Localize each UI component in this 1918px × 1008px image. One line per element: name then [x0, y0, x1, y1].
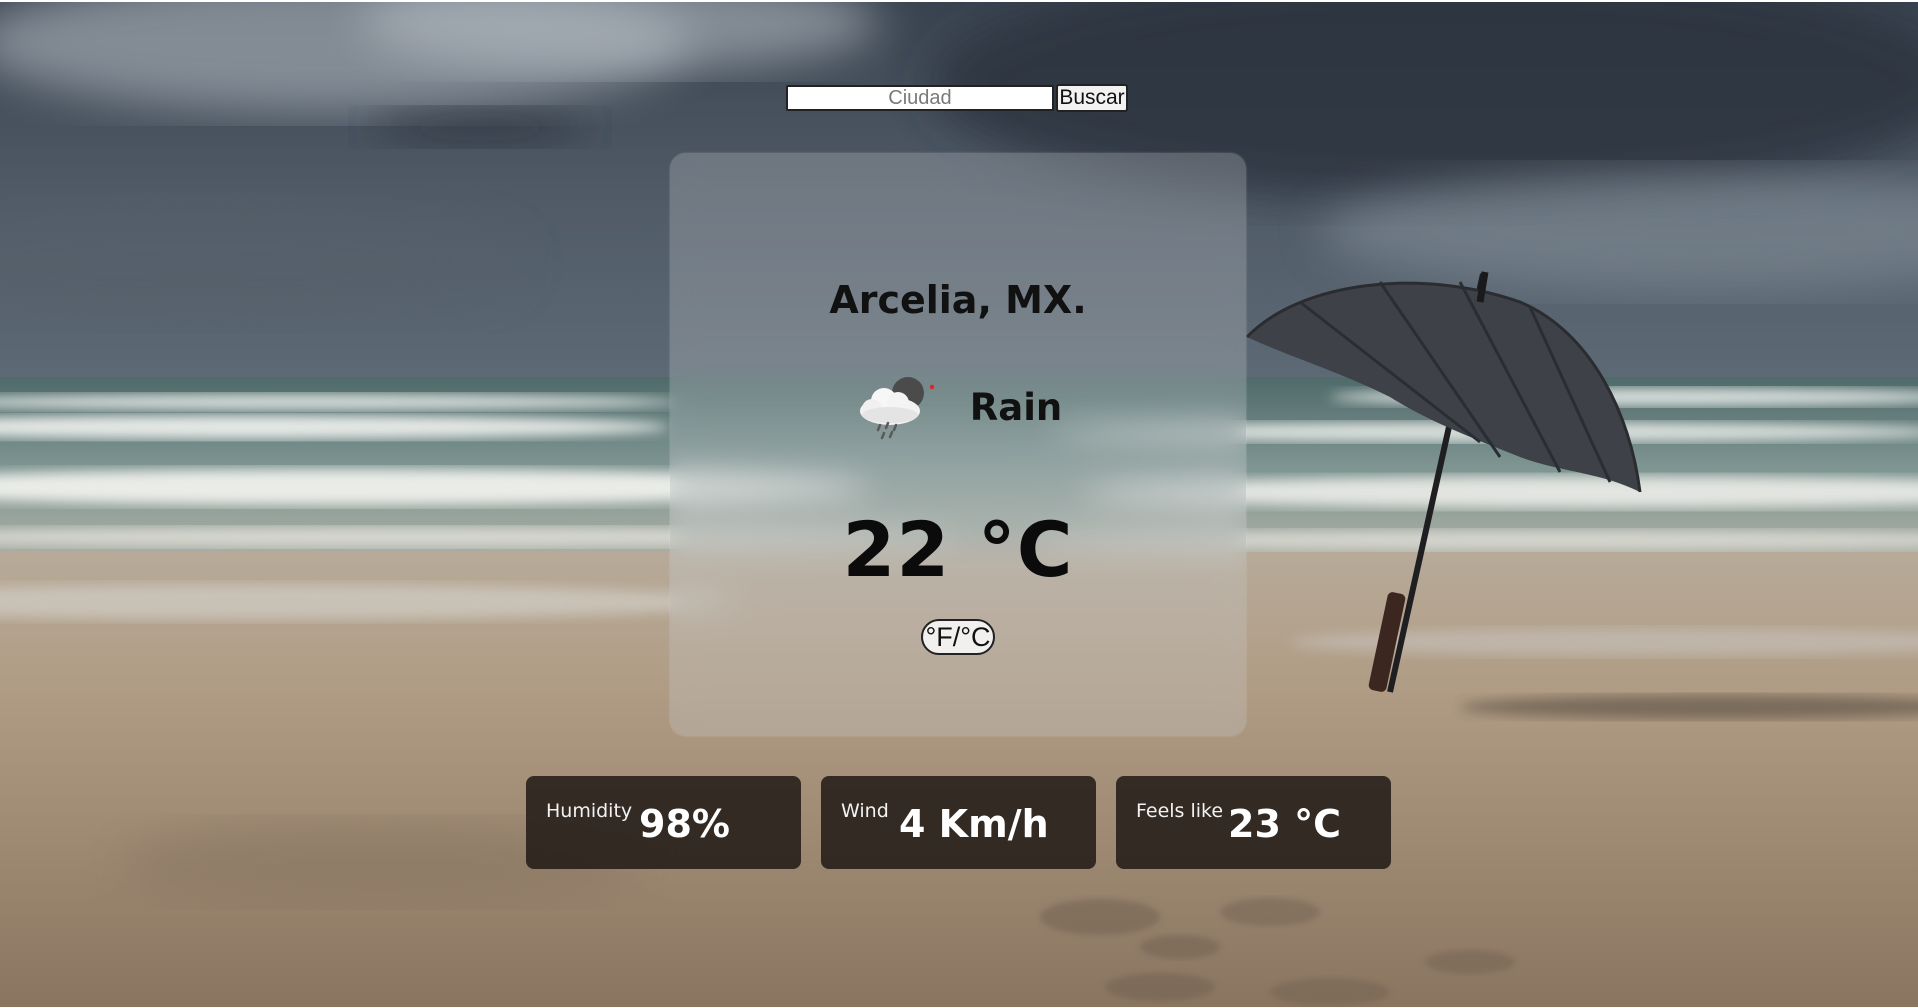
- humidity-card: Humidity 98%: [526, 776, 801, 869]
- search-bar: Buscar: [786, 83, 1128, 113]
- weather-card: Arcelia, MX. Rain 22 °C °F/°C: [670, 153, 1246, 736]
- search-button[interactable]: Buscar: [1056, 84, 1128, 112]
- feels-like-label: Feels like: [1136, 800, 1224, 822]
- city-name: Arcelia, MX.: [829, 278, 1087, 322]
- humidity-label: Humidity: [546, 800, 633, 822]
- rain-cloud-icon: [854, 373, 938, 441]
- unit-toggle-button[interactable]: °F/°C: [921, 619, 995, 655]
- feels-like-value: 23 °C: [1228, 802, 1341, 846]
- city-search-input[interactable]: [786, 85, 1054, 111]
- wind-card: Wind 4 Km/h: [821, 776, 1096, 869]
- wind-value: 4 Km/h: [899, 802, 1049, 846]
- weather-condition: Rain: [670, 373, 1246, 441]
- condition-label: Rain: [969, 385, 1063, 429]
- temperature-value: 22 °C: [842, 505, 1074, 594]
- wind-label: Wind: [841, 800, 889, 822]
- humidity-value: 98%: [639, 802, 730, 846]
- weather-stats: Humidity 98% Wind 4 Km/h Feels like 23 °…: [526, 776, 1391, 869]
- feels-like-card: Feels like 23 °C: [1116, 776, 1391, 869]
